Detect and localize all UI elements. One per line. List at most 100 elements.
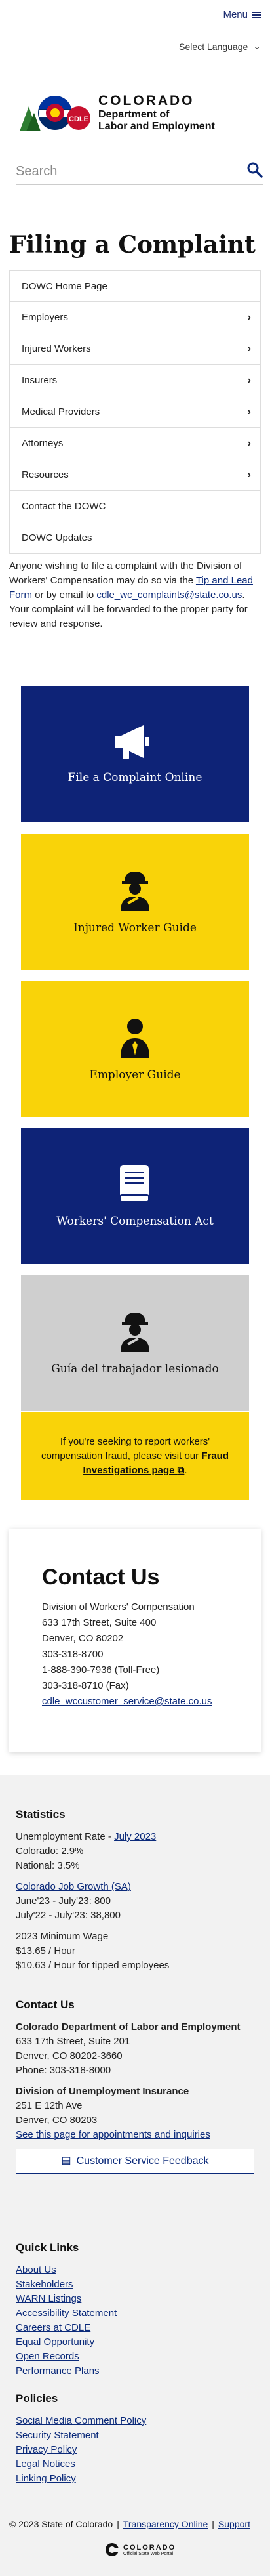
tile-file-complaint[interactable]: File a Complaint Online: [21, 686, 249, 822]
tile-guia-trabajador[interactable]: Guía del trabajador lesionado: [21, 1275, 249, 1411]
feedback-label: Customer Service Feedback: [76, 2155, 209, 2166]
contact-line: Denver, CO 80202: [42, 1633, 124, 1644]
org1-line: Denver, CO 80202-3660: [16, 2050, 123, 2061]
footer-contact-heading: Contact Us: [16, 1998, 75, 2011]
nav-item-label: DOWC Updates: [22, 532, 92, 543]
contact-line: 633 17th Street, Suite 400: [42, 1617, 157, 1628]
chevron-right-icon: ›: [247, 343, 251, 354]
quick-links-heading: Quick Links: [16, 2241, 79, 2254]
chevron-right-icon: ›: [247, 406, 251, 417]
footer-policies: Policies Social Media Comment Policy Sec…: [16, 2392, 258, 2486]
job-growth-link[interactable]: Colorado Job Growth (SA): [16, 1881, 131, 1892]
nav-item-injured-workers[interactable]: Injured Workers ›: [9, 333, 261, 365]
tile-workers-comp-act[interactable]: Workers' Compensation Act: [21, 1128, 249, 1264]
org2-name: Division of Unemployment Insurance: [16, 2086, 189, 2097]
nav-item-label: Employers: [22, 312, 68, 323]
quick-link[interactable]: Accessibility Statement: [16, 2306, 258, 2321]
nav-item-resources[interactable]: Resources ›: [9, 459, 261, 491]
support-link[interactable]: Support: [218, 2519, 250, 2529]
transparency-link[interactable]: Transparency Online: [123, 2519, 208, 2529]
nav-item-label: Injured Workers: [22, 343, 91, 354]
tile-label: Injured Worker Guide: [73, 921, 197, 935]
contact-line: 1-888-390-7936 (Toll-Free): [42, 1664, 160, 1676]
appointments-link[interactable]: See this page for appointments and inqui…: [16, 2129, 210, 2140]
quick-link[interactable]: Careers at CDLE: [16, 2321, 258, 2335]
chevron-right-icon: ›: [247, 374, 251, 386]
language-selector[interactable]: Select Language ⌄: [179, 41, 261, 52]
nav-item-label: Attorneys: [22, 438, 64, 449]
quick-link[interactable]: Performance Plans: [16, 2364, 258, 2378]
quick-link[interactable]: WARN Listings: [16, 2292, 258, 2306]
fraud-paragraph: If you're seeking to report workers' com…: [41, 1435, 229, 1478]
policy-link[interactable]: Privacy Policy: [16, 2443, 258, 2457]
quick-link[interactable]: Equal Opportunity: [16, 2335, 258, 2350]
tile-employer-guide[interactable]: Employer Guide: [21, 981, 249, 1117]
bottom-bar: © 2023 State of Colorado | Transparency On…: [0, 2504, 270, 2576]
portal-logo-sub: Official State Web Portal: [123, 2551, 173, 2556]
tile-label: Employer Guide: [89, 1068, 181, 1082]
intro-text: or by email to: [32, 589, 97, 601]
colorado-portal-logo[interactable]: COLORADO Official State Web Portal: [105, 2543, 176, 2557]
language-label: Select Language: [179, 41, 248, 52]
min-wage-line: $10.63 / Hour for tipped employees: [16, 1960, 170, 1971]
policy-link[interactable]: Security Statement: [16, 2428, 258, 2443]
quick-link[interactable]: Stakeholders: [16, 2277, 258, 2292]
comment-icon: ▤: [61, 2155, 71, 2166]
footer-quick-links: Quick Links About Us Stakeholders WARN L…: [16, 2241, 258, 2378]
org1-name: Colorado Department of Labor and Employm…: [16, 2021, 241, 2033]
unemployment-date-link[interactable]: July 2023: [114, 1831, 156, 1842]
fraud-text: If you're seeking to report workers' com…: [41, 1436, 210, 1462]
fraud-callout: If you're seeking to report workers' com…: [21, 1412, 249, 1500]
copyright-row: © 2023 State of Colorado | Transparency On…: [9, 2519, 250, 2529]
nav-item-dowc-updates[interactable]: DOWC Updates: [9, 522, 261, 554]
external-link-icon: ⧉: [177, 1465, 185, 1476]
copyright-text: © 2023 State of Colorado: [9, 2519, 113, 2529]
portal-logo-text: COLORADO: [123, 2543, 176, 2552]
nav-item-attorneys[interactable]: Attorneys ›: [9, 428, 261, 459]
job-growth-line: July'22 - July'23: 38,800: [16, 1910, 121, 1921]
statistics-heading: Statistics: [16, 1808, 66, 1821]
contact-line: 303-318-8700: [42, 1649, 104, 1660]
search-icon[interactable]: [246, 161, 263, 179]
menu-label: Menu: [223, 9, 248, 20]
colorado-c-logo-icon: CDLE: [20, 96, 90, 131]
job-growth-line: June'23 - July'23: 800: [16, 1895, 111, 1907]
contact-heading: Contact Us: [42, 1565, 160, 1590]
search-bar[interactable]: Search: [16, 161, 263, 185]
footer-statistics: Statistics Unemployment Rate - July 2023…: [16, 1807, 258, 1973]
megaphone-icon: [115, 725, 149, 759]
book-icon: [119, 1165, 149, 1202]
injured-worker-icon: [121, 872, 149, 911]
site-footer: Statistics Unemployment Rate - July 2023…: [0, 1775, 270, 2576]
nav-item-contact-dowc[interactable]: Contact the DOWC: [9, 491, 261, 522]
policy-link[interactable]: Linking Policy: [16, 2472, 258, 2486]
nav-item-employers[interactable]: Employers ›: [9, 302, 261, 333]
nav-item-medical-providers[interactable]: Medical Providers ›: [9, 396, 261, 428]
page-title: Filing a Complaint: [9, 231, 256, 259]
policy-link[interactable]: Legal Notices: [16, 2457, 258, 2472]
nav-item-dowc-home[interactable]: DOWC Home Page: [9, 270, 261, 302]
quick-link[interactable]: About Us: [16, 2263, 258, 2277]
nav-item-label: Resources: [22, 469, 69, 480]
contact-email-link[interactable]: cdle_wccustomer_service@state.co.us: [42, 1696, 212, 1707]
nav-item-insurers[interactable]: Insurers ›: [9, 365, 261, 396]
fraud-end: .: [184, 1465, 187, 1476]
logo-dept-line1: Department of: [98, 109, 170, 120]
colorado-rate: Colorado: 2.9%: [16, 1846, 84, 1857]
complaints-email-link[interactable]: cdle_wc_complaints@state.co.us: [96, 589, 242, 601]
section-nav: DOWC Home Page Employers › Injured Worker…: [9, 270, 261, 554]
cdle-logo[interactable]: CDLE COLORADO Department of Labor and Em…: [17, 91, 253, 143]
quick-link[interactable]: Open Records: [16, 2350, 258, 2364]
customer-feedback-button[interactable]: ▤ Customer Service Feedback: [16, 2149, 254, 2174]
contact-line: Division of Workers' Compensation: [42, 1601, 195, 1613]
national-rate: National: 3.5%: [16, 1860, 80, 1871]
chevron-right-icon: ›: [247, 469, 251, 480]
policy-link[interactable]: Social Media Comment Policy: [16, 2414, 258, 2428]
nav-item-label: Medical Providers: [22, 406, 100, 417]
menu-button[interactable]: Menu: [223, 9, 261, 20]
footer-contact: Contact Us Colorado Department of Labor …: [16, 1998, 258, 2174]
org1-line: Phone: 303-318-8000: [16, 2065, 111, 2076]
chevron-right-icon: ›: [247, 437, 251, 449]
search-input[interactable]: Search: [16, 164, 57, 179]
tile-injured-worker-guide[interactable]: Injured Worker Guide: [21, 834, 249, 970]
